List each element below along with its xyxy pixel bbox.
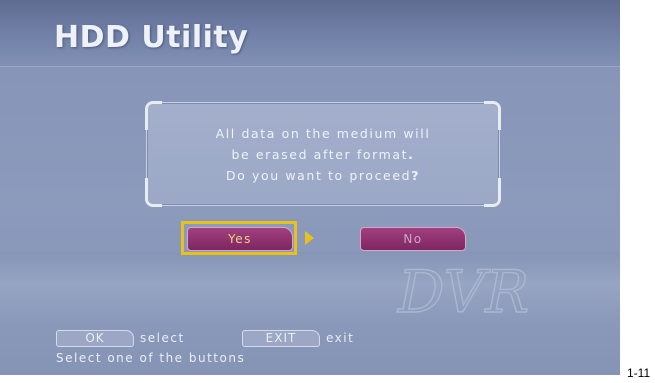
no-button[interactable]: No [360,227,466,251]
hdd-utility-screen: HDD Utility DVR All data on the medium w… [0,0,620,375]
help-hint: Select one of the buttons [56,351,246,365]
page-number: 1-11 [627,366,651,380]
ok-key-badge: OK [56,330,134,347]
dvr-watermark-logo: DVR [396,257,529,326]
dialog-message: All data on the medium will be erased af… [147,123,499,186]
dialog-line-1: All data on the medium will [215,126,431,141]
yes-button[interactable]: Yes [187,227,293,251]
watermark-text: DVR [397,258,529,326]
ok-key-description: select [140,331,185,345]
exit-key-description: exit [326,331,355,345]
focus-arrow-icon [305,231,314,245]
title-bar: HDD Utility [0,0,620,67]
dialog-line-2: be erased after format. [231,147,415,162]
exit-key-badge: EXIT [242,330,320,347]
dialog-line-3: Do you want to proceed? [225,168,421,183]
page-title: HDD Utility [54,20,249,55]
confirm-dialog: All data on the medium will be erased af… [145,101,501,207]
